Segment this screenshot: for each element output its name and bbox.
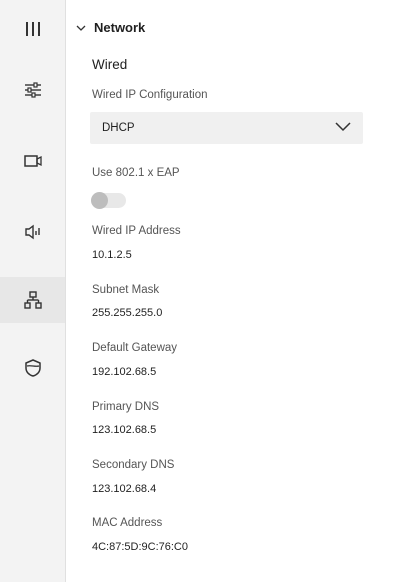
network-section-header[interactable]: Network: [74, 20, 145, 35]
chevron-down-icon: [335, 119, 351, 137]
ip-address-value: 10.1.2.5: [92, 249, 132, 261]
eap-toggle[interactable]: [91, 192, 126, 209]
camera-icon: [23, 153, 43, 169]
gateway-value: 192.102.68.5: [92, 366, 157, 378]
settings-window: Network Wired Wired IP Configuration DHC…: [0, 0, 395, 582]
eap-label: Use 802.1 x EAP: [92, 167, 180, 179]
mac-address-label: MAC Address: [92, 517, 163, 529]
secondary-dns-value: 123.102.68.4: [92, 483, 157, 495]
speaker-icon: [23, 223, 43, 241]
sliders-icon: [23, 81, 43, 99]
sidebar-item-audio[interactable]: [0, 209, 65, 255]
network-icon: [23, 290, 43, 310]
mac-address-value: 4C:87:5D:9C:76:C0: [92, 541, 188, 553]
ip-address-label: Wired IP Address: [92, 225, 181, 237]
ip-config-select[interactable]: DHCP: [90, 112, 363, 144]
section-title: Network: [94, 20, 146, 35]
sidebar-item-network[interactable]: [0, 277, 65, 323]
secondary-dns-label: Secondary DNS: [92, 459, 175, 471]
network-settings-panel: Network Wired Wired IP Configuration DHC…: [66, 0, 395, 582]
chevron-down-icon: [74, 21, 88, 35]
sidebar-item-collapse[interactable]: [0, 6, 65, 52]
primary-dns-value: 123.102.68.5: [92, 424, 157, 436]
gateway-label: Default Gateway: [92, 342, 178, 354]
sidebar-item-security[interactable]: [0, 345, 65, 391]
toggle-knob: [91, 192, 108, 209]
sidebar-item-camera[interactable]: [0, 138, 65, 184]
ip-config-label: Wired IP Configuration: [92, 89, 208, 101]
subnet-value: 255.255.255.0: [92, 307, 163, 319]
sidebar-item-settings[interactable]: [0, 67, 65, 113]
shield-icon: [23, 358, 43, 378]
primary-dns-label: Primary DNS: [92, 401, 160, 413]
subnet-label: Subnet Mask: [92, 284, 160, 296]
collapse-columns-icon: [23, 20, 43, 38]
wired-heading: Wired: [92, 57, 128, 72]
sidebar: [0, 0, 66, 582]
ip-config-value: DHCP: [102, 122, 135, 134]
